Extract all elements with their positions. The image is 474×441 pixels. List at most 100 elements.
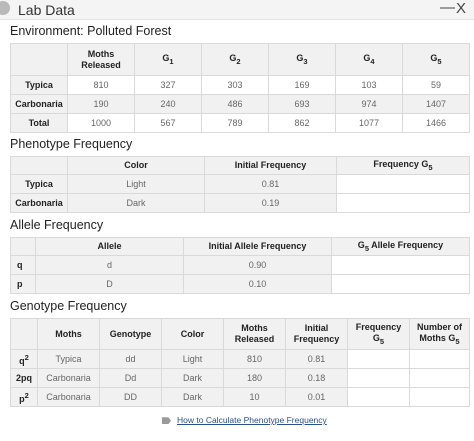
frequency-g5-input[interactable] [336, 193, 470, 213]
moths-header-g4: G4 [335, 43, 403, 76]
table-row: Carbonaria Dark 0.19 [10, 193, 470, 213]
allele-header-corner [10, 237, 36, 256]
phenotype-header-initial: Initial Frequency [204, 156, 337, 175]
table-cell: Dark [161, 387, 224, 407]
genotype-frequency-g5-input[interactable] [347, 387, 410, 407]
genotype-header-row: Moths Genotype Color Moths Released Init… [10, 318, 470, 350]
table-cell: 180 [223, 368, 286, 388]
table-cell: Dark [67, 193, 205, 213]
allele-header-initial: Initial Allele Frequency [183, 237, 332, 256]
table-cell: 1466 [402, 113, 470, 133]
genotype-table: Moths Genotype Color Moths Released Init… [10, 318, 470, 407]
window-title: Lab Data [18, 2, 75, 18]
table-row: Total 1000 567 789 862 1077 1466 [10, 113, 470, 133]
table-cell: Dark [161, 368, 224, 388]
table-cell: 862 [268, 113, 336, 133]
allele-header-g5: G5 Allele Frequency [331, 237, 470, 256]
genotype-header-initial: Initial Frequency [285, 318, 348, 350]
table-cell: 0.10 [183, 274, 332, 294]
moths-header-g3: G3 [268, 43, 336, 76]
allele-g5-input[interactable] [331, 274, 470, 294]
table-row: p D 0.10 [10, 274, 470, 294]
genotype-title: Genotype Frequency [10, 299, 127, 313]
table-row: q2 Typica dd Light 810 0.81 [10, 349, 470, 369]
row-label-p2: p2 [10, 387, 38, 407]
moths-header-g1: G1 [134, 43, 202, 76]
allele-g5-input[interactable] [331, 255, 470, 275]
table-cell: 567 [134, 113, 202, 133]
row-label: Carbonaria [10, 193, 68, 213]
number-of-moths-g5-input[interactable] [409, 387, 470, 407]
minimize-icon[interactable]: — [440, 0, 455, 16]
table-cell: 169 [268, 75, 336, 95]
window-titlebar: Lab Data — X [0, 0, 474, 20]
table-cell: 240 [134, 94, 202, 114]
row-label: Carbonaria [10, 94, 68, 114]
moths-header-g2: G2 [201, 43, 269, 76]
table-cell: 59 [402, 75, 470, 95]
table-cell: Carbonaria [37, 387, 100, 407]
allele-header-row: Allele Initial Allele Frequency G5 Allel… [10, 237, 470, 256]
number-of-moths-g5-input[interactable] [409, 368, 470, 388]
genotype-header-moths: Moths [37, 318, 100, 350]
allele-table: Allele Initial Allele Frequency G5 Allel… [10, 237, 470, 294]
frequency-g5-input[interactable] [336, 174, 470, 194]
table-cell: 303 [201, 75, 269, 95]
genotype-frequency-g5-input[interactable] [347, 349, 410, 369]
tag-icon [162, 417, 171, 425]
table-cell: 974 [335, 94, 403, 114]
moths-table: Moths Released G1 G2 G3 G4 G5 Typica 810… [10, 43, 470, 133]
table-cell: 0.81 [285, 349, 348, 369]
table-cell: 486 [201, 94, 269, 114]
phenotype-table: Color Initial Frequency Frequency G5 Typ… [10, 156, 470, 213]
table-cell: 810 [223, 349, 286, 369]
row-label: q [10, 255, 36, 275]
table-cell: 693 [268, 94, 336, 114]
help-link-label[interactable]: How to Calculate Phenotype Frequency [177, 415, 327, 425]
moths-header-row: Moths Released G1 G2 G3 G4 G5 [10, 43, 470, 76]
table-cell: 1000 [67, 113, 135, 133]
allele-title: Allele Frequency [10, 218, 104, 232]
environment-title: Environment: Polluted Forest [10, 24, 172, 38]
table-row: Typica Light 0.81 [10, 174, 470, 194]
number-of-moths-g5-input[interactable] [409, 349, 470, 369]
table-row: Carbonaria 190 240 486 693 974 1407 [10, 94, 470, 114]
table-cell: 0.90 [183, 255, 332, 275]
genotype-header-number-g5: Number of Moths G5 [409, 318, 470, 350]
close-icon[interactable]: X [456, 0, 466, 17]
table-row: p2 Carbonaria DD Dark 10 0.01 [10, 387, 470, 407]
table-cell: 810 [67, 75, 135, 95]
row-label: p [10, 274, 36, 294]
phenotype-header-g5: Frequency G5 [336, 156, 470, 175]
table-cell: d [35, 255, 184, 275]
table-cell: 327 [134, 75, 202, 95]
phenotype-header-corner [10, 156, 68, 175]
moths-header-corner [10, 43, 68, 76]
table-cell: 103 [335, 75, 403, 95]
row-label: 2pq [10, 368, 38, 388]
window-grip-icon[interactable] [0, 1, 10, 15]
row-label: Typica [10, 75, 68, 95]
row-label: Total [10, 113, 68, 133]
table-cell: Light [161, 349, 224, 369]
genotype-frequency-g5-input[interactable] [347, 368, 410, 388]
table-cell: DD [99, 387, 162, 407]
phenotype-header-row: Color Initial Frequency Frequency G5 [10, 156, 470, 175]
table-cell: 190 [67, 94, 135, 114]
table-cell: 0.18 [285, 368, 348, 388]
table-cell: 1407 [402, 94, 470, 114]
phenotype-header-color: Color [67, 156, 205, 175]
table-cell: Typica [37, 349, 100, 369]
allele-header-allele: Allele [35, 237, 184, 256]
table-cell: dd [99, 349, 162, 369]
genotype-header-color: Color [161, 318, 224, 350]
table-cell: 0.19 [204, 193, 337, 213]
table-cell: Dd [99, 368, 162, 388]
table-row: Typica 810 327 303 169 103 59 [10, 75, 470, 95]
phenotype-frequency-help-link[interactable]: How to Calculate Phenotype Frequency [162, 415, 327, 425]
table-cell: Carbonaria [37, 368, 100, 388]
row-label-q2: q2 [10, 349, 38, 369]
row-label: Typica [10, 174, 68, 194]
table-cell: Light [67, 174, 205, 194]
table-cell: 10 [223, 387, 286, 407]
